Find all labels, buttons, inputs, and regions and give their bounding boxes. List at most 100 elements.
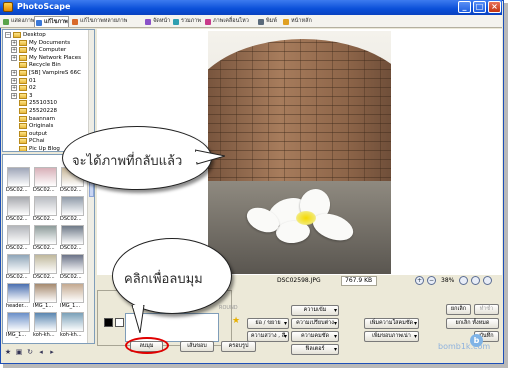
- filter-button[interactable]: ฟิลเตอร์: [291, 344, 339, 355]
- watermark-badge: b: [470, 334, 483, 347]
- thumbnail-image: [61, 254, 84, 274]
- color-swatch-black[interactable]: [104, 318, 113, 327]
- crop-button[interactable]: ครอบรูป: [221, 341, 256, 352]
- brightness-button[interactable]: ความเข้ม: [291, 305, 339, 316]
- resize-button[interactable]: ย่อ / ขยาย: [247, 318, 289, 329]
- thumbnail-item[interactable]: DSC02...: [6, 225, 30, 252]
- zoom-level[interactable]: 38%: [441, 277, 454, 285]
- favorite-star-icon[interactable]: ★: [232, 316, 240, 326]
- window-shadow-bottom: [3, 364, 508, 368]
- thumbnail-caption: DSC02...: [33, 245, 55, 251]
- thumbnail-item[interactable]: DSC02...: [33, 254, 57, 281]
- tab-3[interactable]: จัดหน้า: [144, 16, 170, 27]
- thumbnail-caption: IMG_1...: [6, 332, 27, 338]
- thumbnail-item[interactable]: DSC02...: [60, 254, 84, 281]
- tab-icon: [173, 19, 179, 25]
- refresh-icon[interactable]: ↻: [26, 348, 34, 356]
- tab-label: แสดงภาพ: [11, 18, 35, 24]
- photo-preview[interactable]: [208, 31, 391, 274]
- thumbnail-list[interactable]: DSC02... DSC02... DSC02... DSC02... DSC02...…: [2, 154, 95, 344]
- thumbnail-item[interactable]: DSC02...: [6, 196, 30, 223]
- thumbnail-item[interactable]: IMG_1...: [6, 312, 30, 339]
- expand-icon[interactable]: +: [11, 54, 17, 61]
- tab-icon: [72, 19, 78, 25]
- thumbnail-caption: DSC02...: [60, 274, 82, 280]
- thumbnail-image: [61, 196, 84, 216]
- tab-0[interactable]: แสดงภาพ: [2, 16, 35, 27]
- tab-6[interactable]: พิมพ์: [257, 16, 277, 27]
- thumbnail-item[interactable]: IMG_1...: [33, 283, 57, 310]
- title-bar[interactable]: PhotoScape _ □ ×: [0, 0, 502, 15]
- expand-icon[interactable]: +: [11, 70, 17, 76]
- contrast-button[interactable]: ความเปรียบต่าง: [291, 318, 339, 329]
- highlight-circle: [125, 337, 169, 354]
- maximize-button[interactable]: □: [473, 1, 486, 13]
- expand-icon[interactable]: +: [11, 85, 17, 92]
- back-icon[interactable]: ◂: [37, 348, 45, 356]
- minimize-button[interactable]: _: [458, 1, 471, 13]
- expand-icon[interactable]: +: [11, 47, 17, 54]
- thumbnail-item[interactable]: DSC02...: [33, 225, 57, 252]
- expand-icon[interactable]: +: [11, 39, 17, 46]
- watermark-text: bomb1k.com: [438, 342, 491, 351]
- thumbnail-item[interactable]: DSC02...: [33, 196, 57, 223]
- folder-icon: [19, 85, 27, 92]
- folder-icon: [19, 130, 27, 137]
- thumbnail-caption: koh-kh...: [33, 332, 55, 338]
- folder-icon: [19, 115, 27, 122]
- thumbnail-item[interactable]: IMG_1...: [60, 283, 84, 310]
- collapse-icon[interactable]: −: [5, 32, 11, 38]
- thumbnail-caption: DSC02...: [6, 216, 28, 222]
- add-frame-button[interactable]: เพิ่มขอบภาพเน่า: [364, 331, 419, 342]
- forward-icon[interactable]: ▸: [48, 348, 56, 356]
- zoom-in-icon[interactable]: +: [415, 276, 424, 285]
- folder-icon[interactable]: ▣: [15, 348, 23, 356]
- folder-tree[interactable]: − Desktop + My Documents + My Computer + My Net…: [2, 29, 95, 152]
- flower-center: [296, 211, 316, 225]
- tab-2[interactable]: แก้ไขภาพหลายภาพ: [71, 16, 127, 27]
- thumbnail-image: [61, 225, 84, 245]
- color-swatch-white[interactable]: [115, 318, 124, 327]
- folder-icon: [19, 62, 27, 69]
- thumbnail-item[interactable]: DSC02...: [6, 254, 30, 281]
- tab-5[interactable]: ภาพเคลื่อนไหว: [204, 16, 249, 27]
- enhance-button[interactable]: เพิ่มความใสคมชัด: [364, 318, 419, 329]
- thumbnail-item[interactable]: DSC02...: [6, 167, 30, 194]
- tab-4[interactable]: รวมภาพ: [172, 16, 201, 27]
- zoom-out-icon[interactable]: −: [427, 276, 436, 285]
- tab-label: รวมภาพ: [181, 18, 202, 24]
- thumbnail-item[interactable]: DSC02...: [33, 167, 57, 194]
- thumbnail-item[interactable]: header...: [6, 283, 30, 310]
- expand-icon[interactable]: +: [11, 92, 17, 99]
- thumbnail-caption: DSC02...: [33, 274, 55, 280]
- tab-icon: [283, 19, 289, 25]
- zoom-actual-icon[interactable]: [471, 276, 480, 285]
- tab-label: แก้ไขภาพ: [44, 19, 68, 25]
- tab-7[interactable]: หน้าหลัก: [282, 16, 312, 27]
- folder-icon: [19, 70, 27, 76]
- thumbnail-image: [34, 254, 57, 274]
- folder-icon: [19, 108, 27, 114]
- undo-all-button[interactable]: ยกเลิก ทั้งหมด: [446, 318, 499, 329]
- thumbnail-item[interactable]: koh-kh...: [60, 312, 84, 339]
- zoom-fit-icon[interactable]: [459, 276, 468, 285]
- expand-icon[interactable]: +: [11, 77, 17, 84]
- window-shadow-right: [504, 3, 508, 367]
- thumbnail-caption: DSC02...: [33, 187, 55, 193]
- tab-label: หน้าหลัก: [291, 18, 312, 24]
- thumbnail-caption: IMG_1...: [60, 303, 81, 309]
- thumbnail-item[interactable]: DSC02...: [60, 196, 84, 223]
- tab-label: จัดหน้า: [153, 18, 171, 24]
- undo-button[interactable]: ยกเลิก: [446, 304, 471, 315]
- thumbnail-item[interactable]: DSC02...: [60, 225, 84, 252]
- sharpen-button[interactable]: ความคมชัด: [291, 331, 339, 342]
- border-button[interactable]: เส้นขอบ: [180, 341, 214, 352]
- thumbnail-item[interactable]: koh-kh...: [33, 312, 57, 339]
- close-button[interactable]: ×: [488, 1, 501, 13]
- redo-button[interactable]: ทำซ้ำ: [474, 304, 499, 315]
- thumbnail-image: [34, 167, 57, 187]
- star-icon[interactable]: ★: [4, 348, 12, 356]
- tab-1[interactable]: แก้ไขภาพ: [34, 16, 69, 27]
- tab-icon: [36, 20, 42, 26]
- fullscreen-icon[interactable]: [483, 276, 492, 285]
